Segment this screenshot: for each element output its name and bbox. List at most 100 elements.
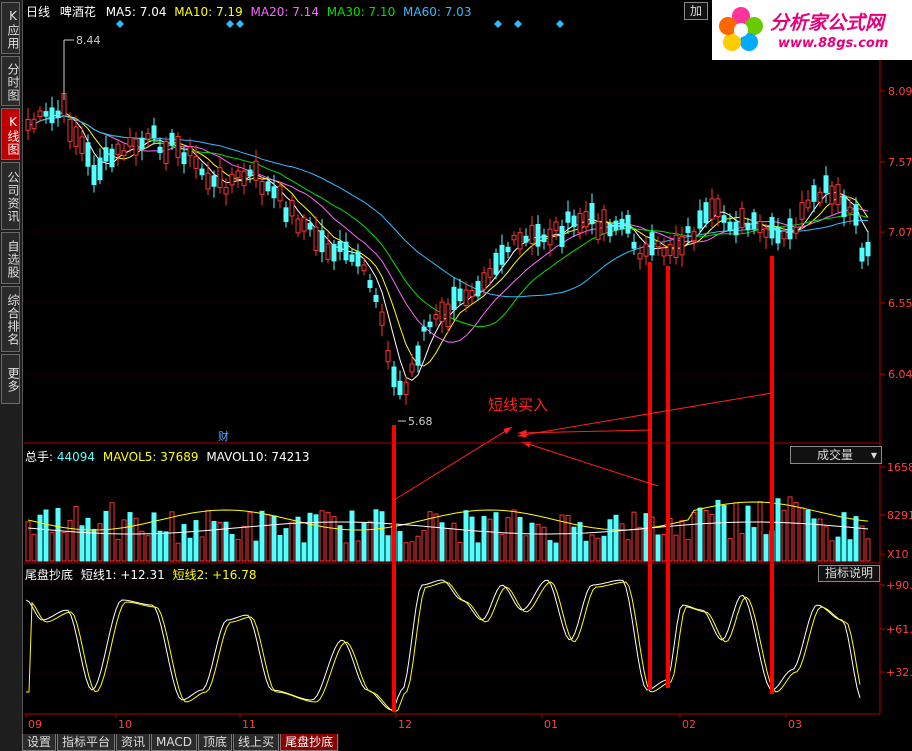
volume-bar	[361, 522, 367, 562]
candle-body	[481, 272, 487, 290]
candle-body	[865, 241, 871, 257]
candle-body	[211, 175, 217, 187]
candle-body	[427, 321, 433, 328]
short-line1	[25, 579, 861, 711]
candle-body	[169, 132, 175, 146]
volume-value: 44094	[56, 450, 96, 464]
indicator-help-button[interactable]: 指标说明	[818, 565, 880, 582]
chart-area[interactable]: 短线买入 8.09 7.57 7.07 6.55 6.04 1658 8291 X10 +90.…	[22, 0, 912, 734]
candle-body	[391, 366, 397, 388]
candle-body	[301, 217, 307, 232]
candle-body	[565, 211, 571, 223]
mavol10-value: 74213	[271, 450, 310, 464]
k-icon: K	[6, 114, 20, 130]
candle-body	[139, 137, 145, 150]
buy-label: 短线买入	[488, 396, 548, 414]
candle-body	[811, 185, 817, 202]
volume-bar	[523, 535, 529, 562]
volume-bar	[271, 515, 277, 562]
volume-bar	[217, 521, 223, 562]
tab-news[interactable]: 资讯	[116, 734, 151, 751]
candle-body	[553, 221, 559, 232]
volume-bar	[799, 507, 805, 562]
candle-body	[589, 203, 595, 225]
volume-bar	[715, 499, 721, 562]
candle-body	[43, 111, 49, 117]
volume-bar	[865, 538, 871, 562]
tab-settings[interactable]: 设置	[22, 734, 57, 751]
volume-bar	[31, 533, 37, 562]
volume-bar	[613, 514, 619, 562]
candle-body	[787, 218, 793, 240]
ma10-label: MA10: 7.19	[174, 5, 243, 19]
volume-bar	[253, 540, 259, 562]
sidebar-item-apps[interactable]: K应用	[1, 2, 20, 54]
candle-body	[613, 220, 619, 231]
signal-diamond-icon	[236, 20, 244, 28]
tab-line-buy[interactable]: 线上买	[233, 734, 280, 751]
volume-bar	[577, 522, 583, 562]
add-button[interactable]: 加	[684, 2, 708, 20]
volume-bar	[595, 537, 601, 562]
volume-bar	[115, 538, 121, 562]
candle-body	[445, 303, 451, 328]
volume-bar	[661, 533, 667, 562]
candle-body	[661, 247, 667, 257]
candle-body	[685, 226, 691, 234]
signal-diamond-icon	[556, 20, 564, 28]
candle-body	[703, 202, 709, 224]
candle-body	[415, 345, 421, 366]
date-label: 11	[242, 718, 256, 731]
volume-bar	[517, 517, 523, 562]
volume-bar	[775, 498, 781, 562]
annotation-arrow	[517, 429, 653, 434]
candle-body	[841, 195, 847, 218]
volume-axis-label: 8291	[887, 509, 912, 522]
volume-bar	[187, 537, 193, 562]
candle-body	[451, 286, 457, 310]
volume-indicator-select[interactable]: 成交量 ▾	[790, 446, 882, 464]
sidebar-item-more[interactable]: 更多	[1, 354, 20, 404]
candle-body	[283, 207, 289, 223]
candle-body	[25, 118, 31, 131]
candle-body	[583, 211, 589, 228]
volume-bar	[349, 510, 355, 562]
volume-bar	[91, 528, 97, 562]
mavol10-label: MAVOL10:	[206, 450, 272, 464]
volume-bar	[49, 531, 55, 562]
volume-bar	[397, 531, 403, 562]
candle-body	[79, 136, 85, 155]
tab-macd[interactable]: MACD	[151, 734, 198, 751]
volume-bar	[409, 541, 415, 562]
sidebar-item-intraday[interactable]: 分时图	[1, 56, 20, 106]
tab-top-bottom[interactable]: 顶底	[198, 734, 233, 751]
volume-bar	[229, 533, 235, 562]
volume-bar	[331, 516, 337, 562]
period-label: 日线	[26, 5, 51, 19]
sidebar-item-company-news[interactable]: 公司资讯	[1, 162, 20, 230]
candle-body	[679, 235, 685, 256]
candle-body	[547, 228, 553, 246]
candle-body	[715, 198, 721, 217]
volume-bar	[181, 524, 187, 562]
volume-bar	[373, 509, 379, 562]
volume-bar	[445, 528, 451, 562]
sidebar-item-ranking[interactable]: 综合排名	[1, 286, 20, 352]
candle-body	[31, 118, 37, 130]
candle-body	[607, 223, 613, 237]
sidebar-item-watchlist[interactable]: 自选股	[1, 232, 20, 284]
sidebar-item-kline[interactable]: K线图	[1, 108, 20, 160]
price-axis-label: 8.09	[888, 85, 912, 98]
candle-body	[361, 264, 367, 272]
price-axis-label: 6.55	[888, 297, 912, 310]
candle-body	[835, 184, 841, 206]
volume-bar	[67, 519, 73, 562]
price-axis-label: 7.57	[888, 156, 912, 169]
volume-axis-label: X10	[887, 548, 909, 561]
tab-tail-bottom[interactable]: 尾盘抄底	[280, 734, 339, 751]
volume-bar	[679, 519, 685, 562]
volume-bar	[547, 540, 553, 562]
tab-indicator-platform[interactable]: 指标平台	[57, 734, 116, 751]
candle-body	[709, 198, 715, 220]
signal-diamond-icon	[116, 20, 124, 28]
